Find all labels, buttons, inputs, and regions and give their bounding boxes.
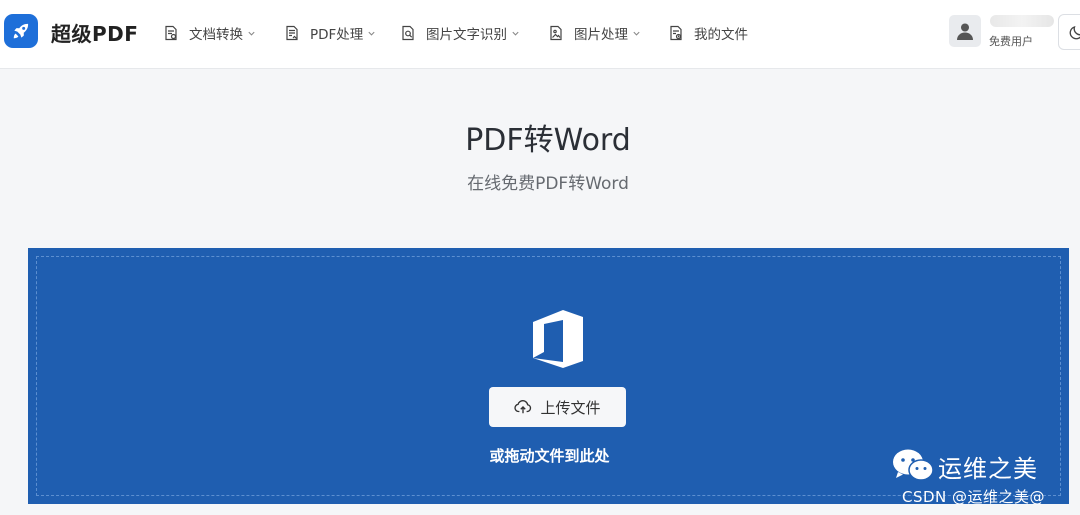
image-file-icon [548,25,564,41]
document-convert-icon [163,25,179,41]
watermark-csdn: CSDN @运维之美@ [902,488,1046,506]
nav-image-ocr[interactable]: 图片文字识别 [400,22,520,44]
chevron-down-icon [367,29,376,38]
nav-pdf-process[interactable]: PDF处理 [284,22,376,44]
rocket-logo-icon[interactable] [4,14,38,48]
nav-label: 文档转换 [189,27,243,43]
theme-toggle-button[interactable] [1058,14,1080,50]
chevron-down-icon [247,29,256,38]
cloud-upload-icon [514,400,532,414]
nav-label: 图片文字识别 [426,27,507,43]
user-icon [957,23,973,40]
upload-file-button[interactable]: 上传文件 [489,387,626,427]
user-role: 免费用户 [989,35,1033,48]
watermark-channel-name: 运维之美 [938,455,1038,483]
nav-image-process[interactable]: 图片处理 [548,22,641,44]
image-ocr-icon [400,25,416,41]
page-title: PDF转Word [465,123,631,158]
office-logo-icon [533,310,583,368]
nav-document-convert[interactable]: 文档转换 [163,22,256,44]
nav-label: PDF处理 [310,27,364,43]
user-avatar[interactable] [949,15,981,47]
my-files-icon [668,25,684,41]
wechat-icon [893,449,934,481]
nav-label: 图片处理 [574,27,628,43]
user-name-redacted[interactable] [990,15,1054,27]
nav-label: 我的文件 [694,27,748,43]
brand-name[interactable]: 超级PDF [51,18,138,47]
upload-button-label: 上传文件 [540,398,601,417]
moon-icon [1069,26,1080,40]
chevron-down-icon [632,29,641,38]
chevron-down-icon [511,29,520,38]
pdf-edit-icon [284,25,300,41]
page-subtitle: 在线免费PDF转Word [467,174,629,194]
nav-my-files[interactable]: 我的文件 [668,22,748,44]
top-header: 超级PDF 文档转换 PDF处理 图片文字识别 图片处理 我的文件 免费用户 [0,0,1080,69]
